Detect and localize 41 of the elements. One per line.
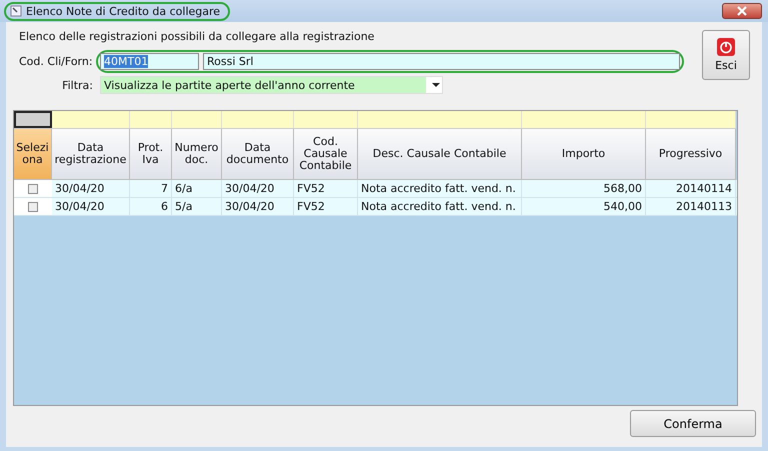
- window-title: Elenco Note di Credito da collegare: [26, 4, 220, 18]
- column-header[interactable]: Data documento: [222, 129, 294, 180]
- column-header[interactable]: Importo: [522, 129, 646, 180]
- column-header[interactable]: Data registrazione: [52, 129, 130, 180]
- table-cell: Nota accredito fatt. vend. n.: [358, 198, 522, 215]
- field-label: Filtra:: [61, 78, 94, 92]
- filter-dropdown[interactable]: Visualizza le partite aperte dell'anno corrente: [100, 76, 443, 94]
- table-cell: 30/04/20: [52, 198, 130, 215]
- column-header[interactable]: Cod. Causale Contabile: [294, 129, 358, 180]
- table-cell: 20140114: [646, 180, 736, 197]
- table-cell: Nota accredito fatt. vend. n.: [358, 180, 522, 197]
- intro-text: Elenco delle registrazioni possibili da collegare alla registrazione: [19, 30, 376, 45]
- close-icon: [736, 6, 748, 16]
- power-icon: [717, 38, 735, 56]
- table-cell: 7: [130, 180, 172, 197]
- column-header[interactable]: Numero doc.: [172, 129, 222, 180]
- table-cell: FV52: [294, 198, 358, 215]
- grid-corner[interactable]: [14, 111, 52, 128]
- app-icon: [10, 5, 22, 17]
- code-field[interactable]: 40MT01: [100, 52, 199, 70]
- table-cell: 6/a: [172, 180, 222, 197]
- column-header[interactable]: Prot. Iva: [130, 129, 172, 180]
- table-cell: 5/a: [172, 198, 222, 215]
- table-cell: 30/04/20: [222, 198, 294, 215]
- close-button[interactable]: [722, 3, 762, 19]
- column-header[interactable]: Selezi ona: [14, 129, 52, 180]
- row-checkbox[interactable]: [28, 202, 38, 212]
- table-cell: 20140113: [646, 198, 736, 215]
- confirm-button[interactable]: Conferma: [630, 410, 756, 437]
- field-label: Cod. Cli/Forn:: [19, 54, 94, 68]
- column-header[interactable]: Desc. Causale Contabile: [358, 129, 522, 180]
- table-cell: FV52: [294, 180, 358, 197]
- name-field[interactable]: Rossi Srl: [203, 52, 680, 70]
- column-header[interactable]: Progressivo: [646, 129, 736, 180]
- exit-button[interactable]: Esci: [702, 30, 750, 80]
- table-cell: 568,00: [522, 180, 646, 197]
- table-cell: 30/04/20: [222, 180, 294, 197]
- table-cell: 540,00: [522, 198, 646, 215]
- table-cell: 6: [130, 198, 172, 215]
- row-checkbox[interactable]: [28, 184, 38, 194]
- table-cell: 30/04/20: [52, 180, 130, 197]
